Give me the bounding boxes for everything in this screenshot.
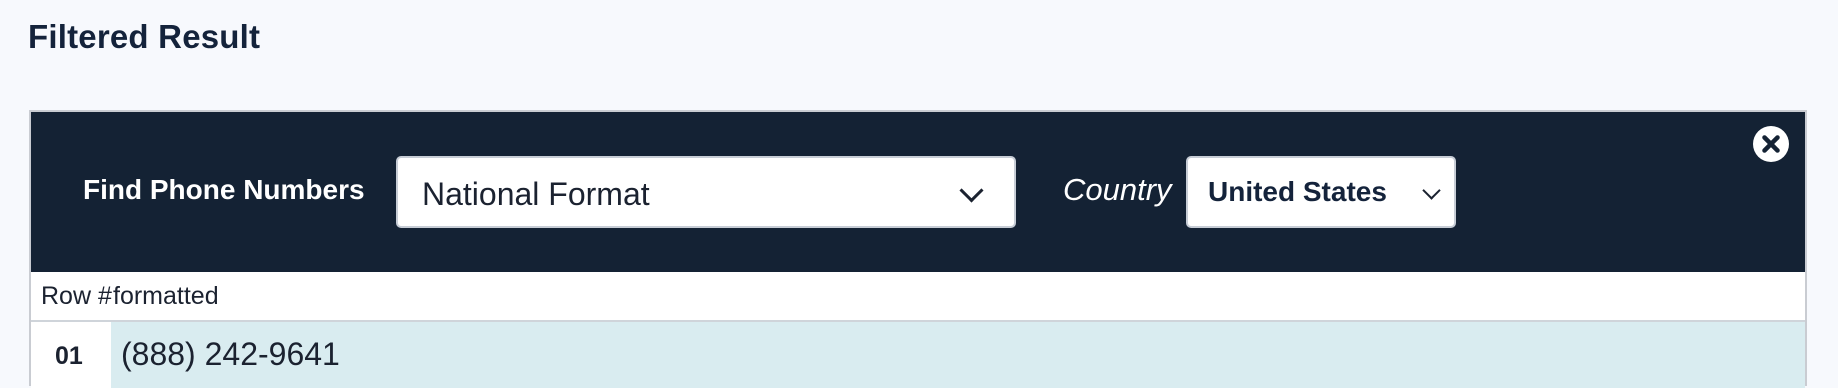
page-title: Filtered Result [28, 18, 261, 55]
chevron-down-icon [1422, 181, 1441, 200]
column-header-formatted: formatted [113, 282, 219, 310]
country-select[interactable]: United States [1186, 156, 1456, 228]
row-number: 01 [55, 342, 83, 370]
filter-toolbar: Find Phone Numbers National Format Count… [31, 112, 1805, 272]
find-phone-numbers-label: Find Phone Numbers [83, 174, 365, 205]
close-icon [1762, 135, 1780, 153]
chevron-down-icon [959, 178, 984, 203]
format-select-value: National Format [422, 176, 650, 212]
country-label: Country [1063, 172, 1172, 207]
table-row[interactable]: 01 (888) 242-9641 [31, 322, 1805, 388]
formatted-phone-number: (888) 242-9641 [121, 336, 340, 372]
close-button[interactable] [1753, 126, 1789, 162]
row-number-cell: 01 [31, 322, 111, 388]
table-header: Row # formatted [31, 272, 1805, 322]
country-select-value: United States [1208, 176, 1387, 207]
format-select[interactable]: National Format [396, 156, 1016, 228]
column-header-row-number: Row # [41, 282, 112, 310]
filter-panel: Find Phone Numbers National Format Count… [29, 110, 1807, 388]
